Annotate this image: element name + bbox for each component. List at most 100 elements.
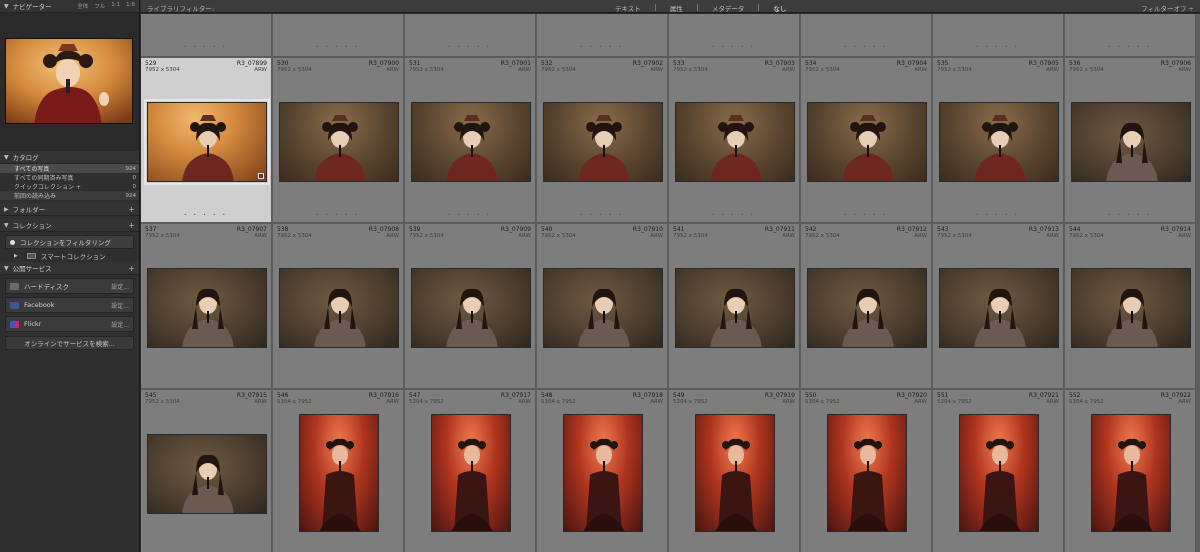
grid-cell[interactable]: 550 5304 x 7952 R3_07920 ARW [801, 390, 932, 552]
collapse-triangle-icon[interactable]: ▼ [4, 3, 9, 10]
publish-service-hard-disk[interactable]: ハードディスク 設定... [5, 278, 134, 294]
zoom-option-1-1[interactable]: 1:1 [111, 2, 120, 10]
collection-filter-field[interactable]: コレクションをフィルタリング [5, 235, 134, 249]
rating-dots[interactable]: • • • • • [273, 212, 403, 217]
collapse-triangle-icon[interactable]: ▼ [4, 222, 9, 229]
photo-thumbnail[interactable] [826, 414, 907, 532]
grid-cell[interactable]: 543 7952 x 5304 R3_07913 ARW [933, 224, 1064, 389]
photo-thumbnail[interactable] [562, 414, 643, 532]
rating-dots[interactable]: • • • • • [405, 44, 535, 49]
grid-cell[interactable]: 536 7952 x 5304 R3_07906 ARW • • • • • [1065, 58, 1196, 223]
photo-thumbnail[interactable] [278, 102, 399, 182]
rating-dots[interactable]: • • • • • [1065, 44, 1195, 49]
add-collection-icon[interactable]: + [128, 221, 135, 230]
photo-thumbnail[interactable] [298, 414, 379, 532]
rating-dots[interactable]: • • • • • [1065, 212, 1195, 217]
grid-cell[interactable]: 535 7952 x 5304 R3_07905 ARW • • • • • [933, 58, 1064, 223]
collapse-triangle-icon[interactable]: ▼ [4, 154, 9, 161]
photo-thumbnail[interactable] [806, 102, 927, 182]
grid-cell-partial[interactable]: • • • • • [273, 14, 404, 57]
smart-collection-item[interactable]: ▶ スマートコレクション [0, 249, 139, 262]
photo-thumbnail[interactable] [542, 102, 663, 182]
grid-cell-partial[interactable]: • • • • • [1065, 14, 1196, 57]
catalog-item-synced-photos[interactable]: すべての同期済み写真 0 [0, 173, 139, 183]
find-online-services-button[interactable]: オンラインでサービスを検索... [5, 336, 134, 350]
collapse-triangle-icon[interactable]: ▼ [4, 265, 9, 272]
rating-dots[interactable]: • • • • • [537, 44, 667, 49]
grid-cell-partial[interactable]: • • • • • [405, 14, 536, 57]
add-publish-service-icon[interactable]: + [128, 264, 135, 273]
rating-dots[interactable]: • • • • • [141, 44, 271, 49]
photo-thumbnail[interactable] [1070, 268, 1191, 348]
grid-cell[interactable]: 529 7952 x 5304 R3_07899 ARW • • • • • [141, 58, 272, 223]
expand-triangle-icon[interactable]: ▶ [4, 206, 9, 213]
photo-thumbnail[interactable] [938, 268, 1059, 348]
publish-service-flickr[interactable]: Flickr 設定... [5, 316, 134, 332]
photo-thumbnail[interactable] [958, 414, 1039, 532]
grid-cell[interactable]: 534 7952 x 5304 R3_07904 ARW • • • • • [801, 58, 932, 223]
service-settings-link[interactable]: 設定... [111, 282, 129, 291]
publish-service-facebook[interactable]: Facebook 設定... [5, 297, 134, 313]
folders-header[interactable]: ▶ フォルダー + [0, 203, 139, 216]
grid-cell[interactable]: 539 7952 x 5304 R3_07909 ARW [405, 224, 536, 389]
navigator-preview-image[interactable] [5, 38, 133, 124]
photo-thumbnail[interactable] [806, 268, 927, 348]
photo-thumbnail[interactable] [410, 268, 531, 348]
grid-cell[interactable]: 531 7952 x 5304 R3_07901 ARW • • • • • [405, 58, 536, 223]
navigator-header[interactable]: ▼ ナビゲーター 全体 フル 1:1 1:8 [0, 0, 139, 13]
grid-cell-partial[interactable]: • • • • • [801, 14, 932, 57]
grid-cell[interactable]: 551 5304 x 7952 R3_07921 ARW [933, 390, 1064, 552]
grid-cell[interactable]: 549 5304 x 7952 R3_07919 ARW [669, 390, 800, 552]
photo-thumbnail[interactable] [1090, 414, 1171, 532]
grid-cell[interactable]: 537 7952 x 5304 R3_07907 ARW [141, 224, 272, 389]
photo-thumbnail[interactable] [674, 268, 795, 348]
photo-thumbnail[interactable] [146, 434, 267, 514]
collections-header[interactable]: ▼ コレクション + [0, 219, 139, 232]
zoom-option-1-8[interactable]: 1:8 [126, 2, 135, 10]
grid-cell[interactable]: 544 7952 x 5304 R3_07914 ARW [1065, 224, 1196, 389]
grid-cell[interactable]: 540 7952 x 5304 R3_07910 ARW [537, 224, 668, 389]
rating-dots[interactable]: • • • • • [273, 44, 403, 49]
photo-thumbnail[interactable] [146, 268, 267, 348]
grid-cell-partial[interactable]: • • • • • [141, 14, 272, 57]
rating-dots[interactable]: • • • • • [801, 44, 931, 49]
grid-cell[interactable]: 552 5304 x 7952 R3_07922 ARW [1065, 390, 1196, 552]
photo-thumbnail[interactable] [278, 268, 399, 348]
grid-cell-partial[interactable]: • • • • • [933, 14, 1064, 57]
photo-thumbnail[interactable] [938, 102, 1059, 182]
grid-cell[interactable]: 545 7952 x 5304 R3_07915 ARW [141, 390, 272, 552]
rating-dots[interactable]: • • • • • [801, 212, 931, 217]
rating-dots[interactable]: • • • • • [405, 212, 535, 217]
catalog-item-previous-import[interactable]: 前回の読み込み 924 [0, 191, 139, 200]
service-settings-link[interactable]: 設定... [111, 320, 129, 329]
filter-tab-metadata[interactable]: メタデータ [712, 3, 745, 13]
rating-dots[interactable]: • • • • • [933, 212, 1063, 217]
grid-cell[interactable]: 541 7952 x 5304 R3_07911 ARW [669, 224, 800, 389]
publish-services-header[interactable]: ▼ 公開サービス + [0, 262, 139, 275]
grid-cell[interactable]: 547 5304 x 7952 R3_07917 ARW [405, 390, 536, 552]
rating-dots[interactable]: • • • • • [669, 44, 799, 49]
photo-thumbnail[interactable] [146, 102, 267, 182]
filter-tab-attribute[interactable]: 属性 [670, 3, 683, 13]
filter-tab-text[interactable]: テキスト [615, 3, 641, 13]
grid-cell[interactable]: 546 5304 x 7952 R3_07916 ARW [273, 390, 404, 552]
photo-thumbnail[interactable] [542, 268, 663, 348]
grid-cell-partial[interactable]: • • • • • [669, 14, 800, 57]
photo-thumbnail[interactable] [1070, 102, 1191, 182]
filter-off-dropdown[interactable]: フィルターオフ ÷ [1141, 3, 1194, 13]
rating-dots[interactable]: • • • • • [141, 212, 271, 217]
photo-thumbnail[interactable] [694, 414, 775, 532]
grid-cell[interactable]: 538 7952 x 5304 R3_07908 ARW [273, 224, 404, 389]
photo-thumbnail[interactable] [410, 102, 531, 182]
add-folder-icon[interactable]: + [128, 205, 135, 214]
catalog-header[interactable]: ▼ カタログ [0, 151, 139, 164]
edit-badge-icon[interactable] [257, 173, 264, 179]
rating-dots[interactable]: • • • • • [933, 44, 1063, 49]
grid-cell[interactable]: 533 7952 x 5304 R3_07903 ARW • • • • • [669, 58, 800, 223]
photo-thumbnail[interactable] [674, 102, 795, 182]
grid-cell-partial[interactable]: • • • • • [537, 14, 668, 57]
photo-grid[interactable]: • • • • • • • • • • • • • • • • • • • • • • … [141, 14, 1200, 552]
grid-cell[interactable]: 548 5304 x 7952 R3_07918 ARW [537, 390, 668, 552]
zoom-option-fit[interactable]: 全体 [77, 2, 88, 10]
rating-dots[interactable]: • • • • • [537, 212, 667, 217]
